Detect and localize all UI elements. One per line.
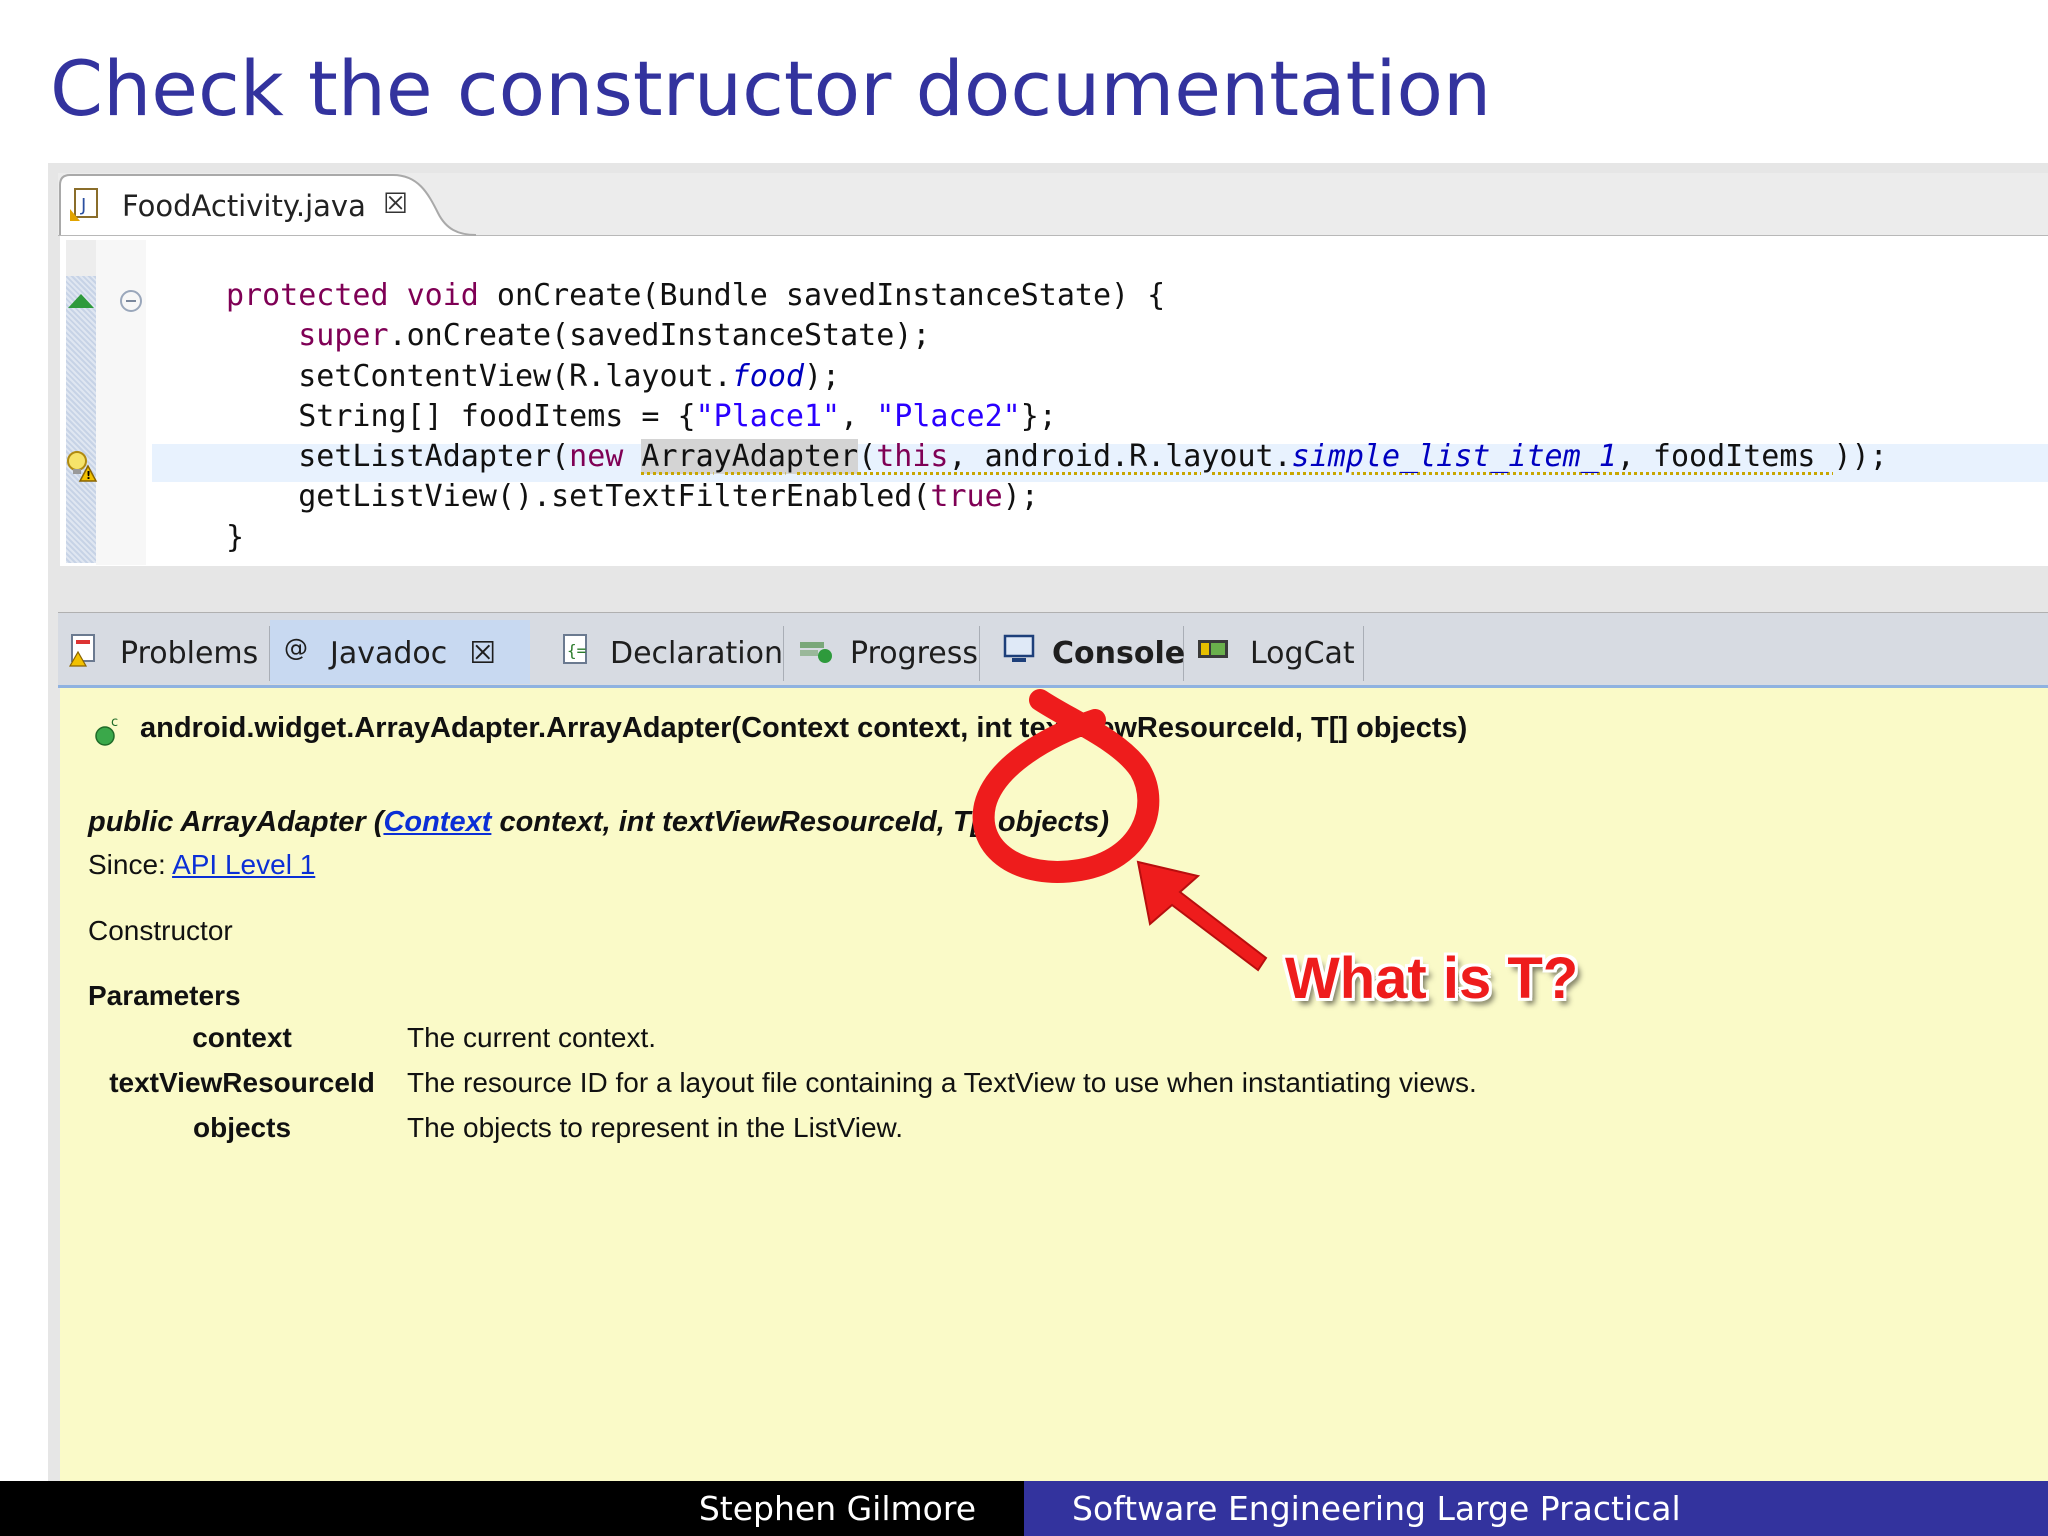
annotation-overlay bbox=[972, 689, 1268, 972]
annotation-loop bbox=[972, 689, 1160, 883]
footer-left: Stephen Gilmore bbox=[0, 1481, 1024, 1536]
annotation-arrow bbox=[1136, 860, 1268, 972]
annotation-text: What is T? bbox=[1285, 946, 1579, 1011]
footer-author: Stephen Gilmore bbox=[698, 1489, 976, 1528]
footer-right: Software Engineering Large Practical bbox=[1024, 1481, 2048, 1536]
footer-course: Software Engineering Large Practical bbox=[1072, 1489, 1681, 1528]
